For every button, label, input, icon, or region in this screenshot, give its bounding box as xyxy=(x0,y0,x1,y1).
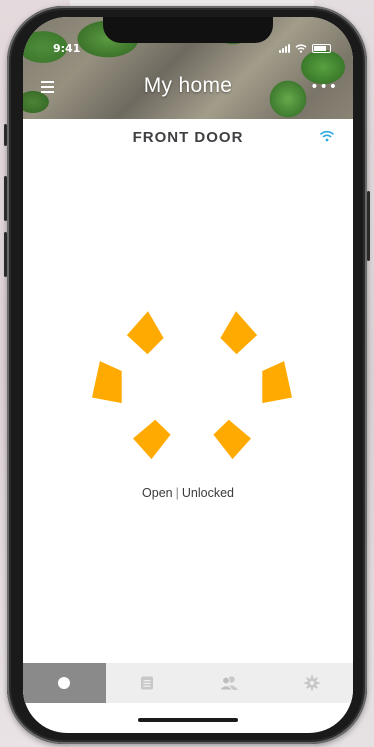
wifi-icon xyxy=(319,130,335,142)
lock-state-wheel[interactable] xyxy=(92,279,292,479)
header: 9:41 My home ••• xyxy=(23,17,353,119)
status-icons xyxy=(279,44,331,53)
status-time: 9:41 xyxy=(53,42,81,55)
power-button xyxy=(367,191,370,261)
lock-status: Open | Unlocked xyxy=(23,486,353,500)
notch xyxy=(103,17,273,43)
page-title: My home xyxy=(143,74,233,97)
tab-history[interactable] xyxy=(106,663,189,703)
list-icon xyxy=(140,676,153,690)
volume-up-button xyxy=(4,176,7,221)
more-dots-icon[interactable]: ••• xyxy=(310,79,338,95)
users-icon xyxy=(218,676,239,691)
wheel-segment xyxy=(126,311,164,355)
tab-lock[interactable] xyxy=(23,663,106,703)
wheel-segment xyxy=(213,419,251,460)
app-screen: 9:41 My home ••• FRONT DOOR Open | Unloc… xyxy=(23,17,353,733)
wifi-status-icon xyxy=(295,44,307,53)
mute-switch xyxy=(4,124,7,146)
wheel-segment xyxy=(92,361,122,404)
wheel-segment xyxy=(133,419,171,460)
wheel-segment xyxy=(220,311,258,355)
lock-circle-icon xyxy=(58,677,71,689)
tab-bar xyxy=(23,663,353,703)
wheel-segment xyxy=(262,361,292,404)
cellular-signal-icon xyxy=(279,44,290,53)
lock-state: Unlocked xyxy=(181,486,234,500)
gear-icon xyxy=(304,675,320,691)
battery-icon xyxy=(312,44,331,53)
tab-settings[interactable] xyxy=(271,663,354,703)
volume-down-button xyxy=(4,232,7,277)
status-separator: | xyxy=(175,486,179,500)
tab-users[interactable] xyxy=(188,663,271,703)
door-state: Open xyxy=(142,486,173,500)
lock-name: FRONT DOOR xyxy=(132,129,244,146)
home-indicator xyxy=(138,718,238,722)
